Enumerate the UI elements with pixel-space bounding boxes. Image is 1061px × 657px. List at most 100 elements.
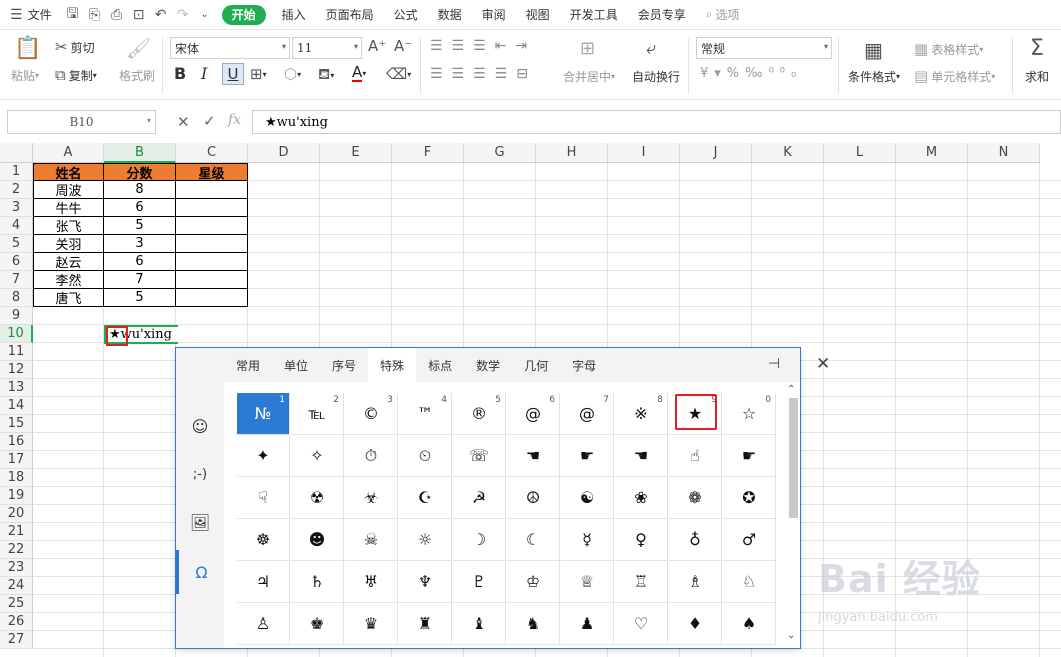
symbol-key[interactable]: ♇ [453,561,506,603]
symbol-key[interactable]: @7 [561,393,614,435]
symbol-key[interactable]: ♙ [237,603,290,645]
name-cell[interactable]: 牛牛 [33,199,104,217]
tab-formula[interactable]: 公式 [384,0,428,30]
tab-review[interactable]: 审阅 [472,0,516,30]
tab-letter[interactable]: 字母 [560,348,608,382]
symbol-key[interactable]: ☯ [561,477,614,519]
symbol-key[interactable]: ☟ [237,477,290,519]
header-cell[interactable]: 姓名 [33,163,104,182]
symbol-key[interactable]: ☆ 0 [723,393,776,435]
rating-cell[interactable] [176,199,248,217]
symbol-key[interactable]: ♠ [723,603,776,645]
symbol-key[interactable]: ☻ [291,519,344,561]
symbol-key[interactable]: ⏲ [399,435,452,477]
symbol-key[interactable]: ☚ [615,435,668,477]
symbol-key[interactable]: ☿ [561,519,614,561]
rating-cell[interactable] [176,271,248,289]
decrease-font-icon[interactable]: A⁻ [394,37,412,55]
print-icon[interactable]: ⎙ [106,0,128,30]
number-format-icons[interactable]: ¥▾%‰⁰⁰₀ [700,66,802,81]
symbol-key[interactable]: ♔ [507,561,560,603]
symbol-key[interactable]: ☛ [723,435,776,477]
name-cell[interactable]: 唐飞 [33,289,104,307]
merge-center-button[interactable]: 合并居中 ▾ [563,68,615,85]
symbol-key[interactable]: © 3 [345,393,398,435]
row-header-24[interactable]: 24 [0,577,33,595]
row-header-25[interactable]: 25 [0,595,33,613]
row-header-5[interactable]: 5 [0,235,33,253]
row-header-21[interactable]: 21 [0,523,33,541]
symbol-key[interactable]: ☣ [345,477,398,519]
symbol-key[interactable]: ♀ [615,519,668,561]
row-header-8[interactable]: 8 [0,289,33,307]
column-header-n[interactable]: N [968,143,1040,163]
symbol-key[interactable]: ♛ [345,603,398,645]
rating-cell[interactable] [176,217,248,235]
tab-data[interactable]: 数据 [428,0,472,30]
symbol-key[interactable]: ♖ [615,561,668,603]
header-cell[interactable]: 星级 [176,163,248,182]
symbol-key[interactable]: ☠ [345,519,398,561]
preview-icon[interactable]: ⊡ [128,0,150,30]
tab-unit[interactable]: 单位 [272,348,320,382]
column-header-i[interactable]: I [608,143,680,163]
fx-icon[interactable]: fx [228,112,241,128]
kaomoji-button[interactable]: ;-) [176,452,224,496]
undo-icon[interactable]: ↶ [150,0,172,30]
symbol-key[interactable]: ♁ [669,519,722,561]
row-header-2[interactable]: 2 [0,181,33,199]
symbol-key[interactable]: ♡ [615,603,668,645]
symbol-key[interactable]: ✧ [291,435,344,477]
symbol-key[interactable]: ✪ [723,477,776,519]
column-header-g[interactable]: G [464,143,536,163]
header-cell[interactable]: 分数 [104,163,176,182]
symbol-key[interactable]: ☾ [507,519,560,561]
align-top-icons[interactable]: ☰☰☰⇤⇥ [430,38,536,54]
symbol-key[interactable]: ♕ [561,561,614,603]
row-header-18[interactable]: 18 [0,469,33,487]
row-header-10[interactable]: 10 [0,325,33,343]
symbol-key[interactable]: ♆ [399,561,452,603]
wrap-text-button[interactable]: 自动换行 [632,68,680,85]
symbol-key[interactable]: ⏱ [345,435,398,477]
name-cell[interactable]: 关羽 [33,235,104,253]
symbol-key[interactable]: ☢ [291,477,344,519]
rating-cell[interactable] [176,235,248,253]
symbol-key[interactable]: ❁ [669,477,722,519]
name-box[interactable]: B10 ▾ [7,110,156,134]
tab-start[interactable]: 开始 [221,4,266,25]
sum-button[interactable]: 求和 [1025,68,1049,85]
symbol-key[interactable]: ☭ [453,477,506,519]
font-color-icon[interactable]: A ▾ [352,65,366,82]
row-header-13[interactable]: 13 [0,379,33,397]
emoji-icon[interactable]: ☺ [176,404,224,448]
redo-icon[interactable]: ↷ [172,0,194,30]
symbol-key[interactable]: ☮ [507,477,560,519]
close-icon[interactable]: ✕ [816,354,830,374]
row-header-22[interactable]: 22 [0,541,33,559]
save-icon[interactable]: 🖫 [62,0,84,30]
column-header-a[interactable]: A [33,143,104,163]
cond-format-button[interactable]: 条件格式 ▾ [848,68,900,85]
column-header-l[interactable]: L [824,143,896,163]
tab-special[interactable]: 特殊 [368,348,417,382]
row-header-14[interactable]: 14 [0,397,33,415]
tab-geometry[interactable]: 几何 [512,348,560,382]
symbol-key[interactable]: ☼ [399,519,452,561]
symbol-key[interactable]: ♅ [345,561,398,603]
paste-button[interactable]: 📋 [14,36,41,61]
row-header-15[interactable]: 15 [0,415,33,433]
row-header-6[interactable]: 6 [0,253,33,271]
increase-font-icon[interactable]: A⁺ [368,37,386,55]
symbol-key[interactable]: ☏ [453,435,506,477]
scroll-thumb[interactable] [789,398,798,518]
symbol-key[interactable]: ♂ [723,519,776,561]
number-format-select[interactable]: 常规 ▾ [696,37,832,59]
row-header-3[interactable]: 3 [0,199,33,217]
tab-punctuation[interactable]: 标点 [416,348,464,382]
score-cell[interactable]: 3 [104,235,176,253]
row-header-20[interactable]: 20 [0,505,33,523]
symbol-key[interactable]: ♝ [453,603,506,645]
symbol-key[interactable]: ☚ [507,435,560,477]
formula-input[interactable]: ★wu'xing [252,110,1061,134]
